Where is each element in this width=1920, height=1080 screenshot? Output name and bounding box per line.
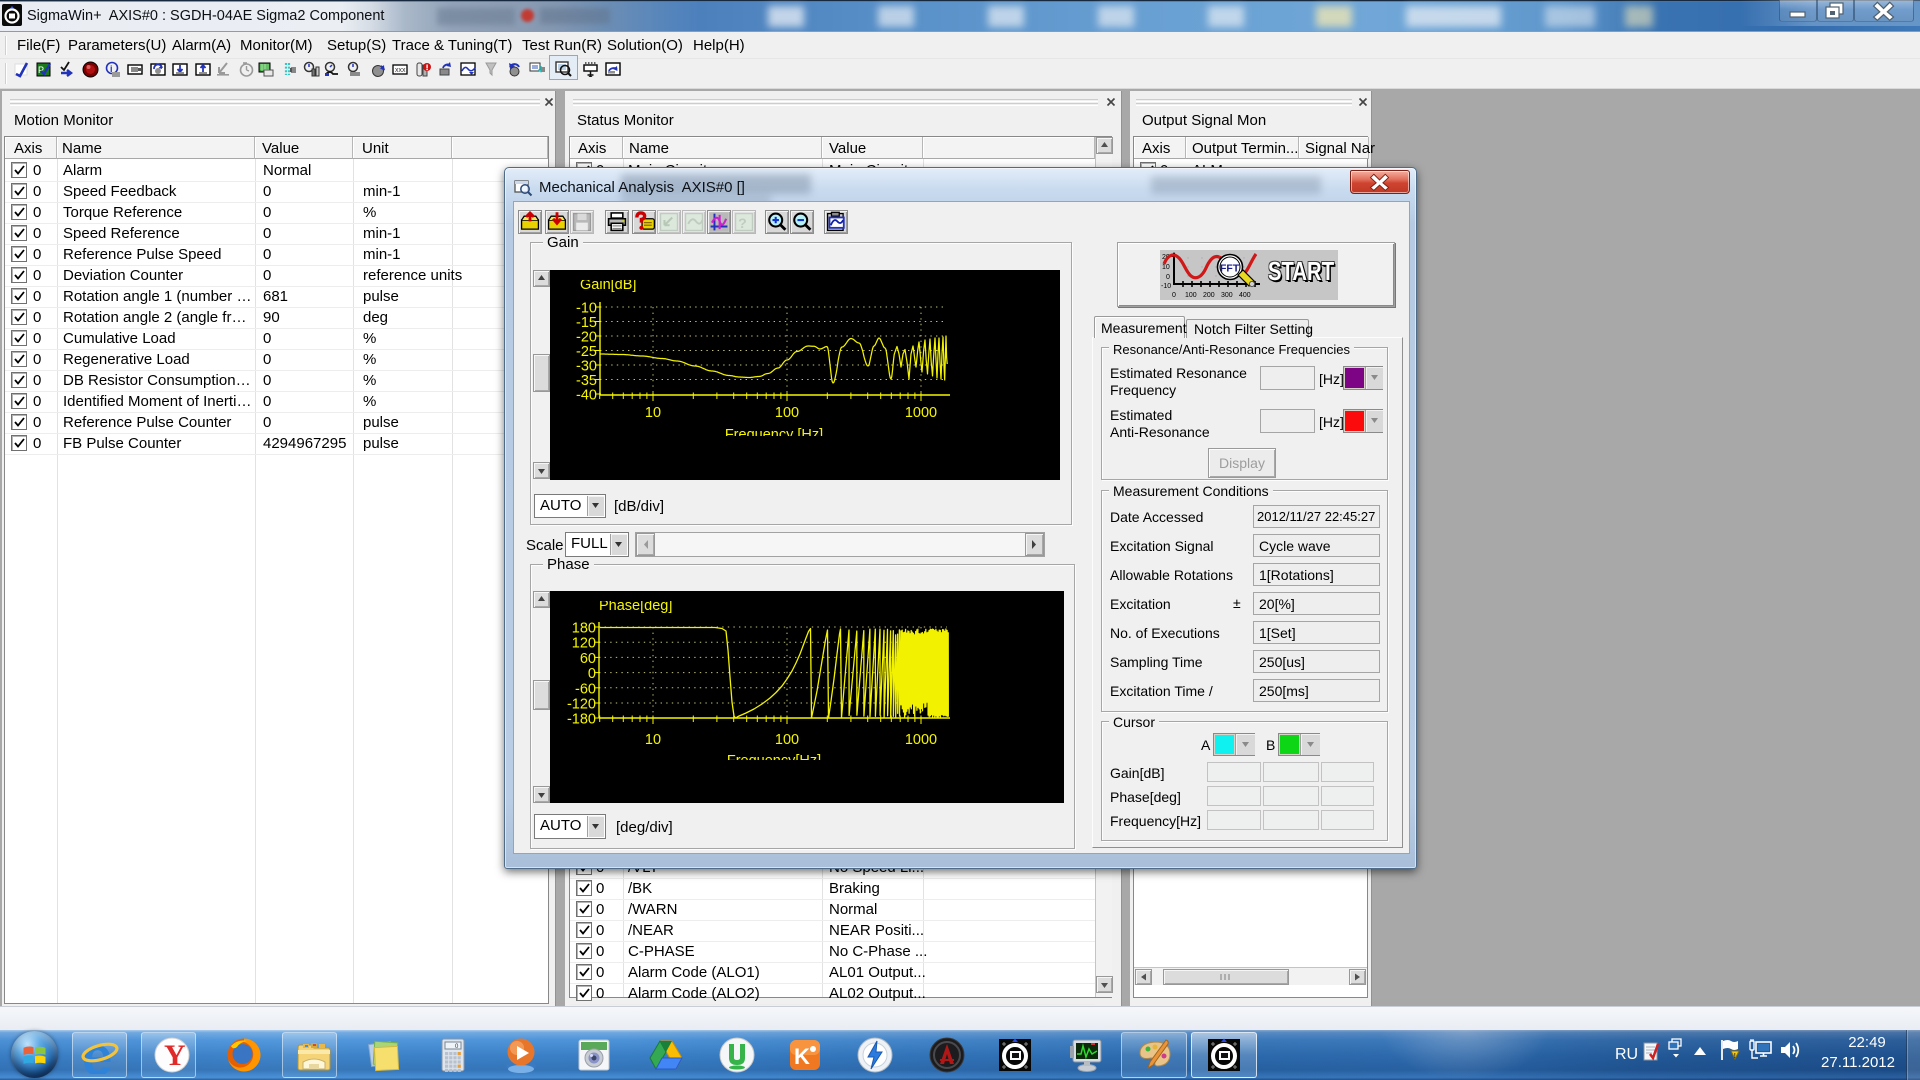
svg-text:-180: -180 (567, 712, 596, 728)
svg-text:0: 0 (1172, 292, 1176, 299)
svg-text:200: 200 (1203, 292, 1215, 299)
svg-text:180: 180 (572, 621, 596, 637)
svg-text:xxx: xxx (395, 67, 406, 74)
svg-text:0: 0 (1166, 274, 1170, 281)
svg-text:10: 10 (645, 732, 661, 748)
svg-text:100: 100 (1185, 292, 1197, 299)
svg-text:60: 60 (580, 651, 596, 667)
svg-text:120: 120 (572, 636, 596, 652)
svg-text:Y: Y (164, 1039, 186, 1072)
svg-text:!: ! (1734, 1053, 1736, 1060)
svg-text:1000: 1000 (905, 732, 937, 748)
svg-text:K: K (794, 1044, 810, 1069)
svg-text:0: 0 (588, 666, 596, 682)
svg-text:100: 100 (775, 405, 799, 421)
svg-text:10: 10 (645, 405, 661, 421)
svg-text:100: 100 (775, 732, 799, 748)
svg-text:FFT: FFT (1220, 263, 1240, 275)
svg-text:-10: -10 (1161, 283, 1171, 290)
svg-text:?: ? (738, 216, 747, 232)
svg-text:300: 300 (1221, 292, 1233, 299)
svg-text:e: e (82, 1036, 113, 1074)
svg-text:-60: -60 (575, 681, 596, 697)
svg-text:1000: 1000 (905, 405, 937, 421)
svg-text:-40: -40 (576, 388, 597, 404)
svg-text:10: 10 (1162, 264, 1170, 271)
svg-text:-120: -120 (567, 697, 596, 713)
svg-text:400: 400 (1239, 292, 1251, 299)
